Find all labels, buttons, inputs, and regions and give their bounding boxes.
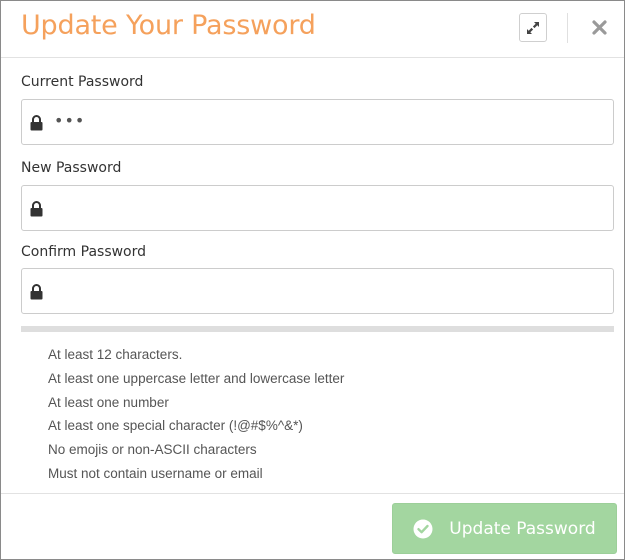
confirm-password-field[interactable] <box>21 268 614 314</box>
expand-arrows-icon <box>527 21 539 34</box>
new-password-label: New Password <box>21 160 122 176</box>
lock-icon <box>30 284 43 300</box>
requirement-item: No emojis or non-ASCII characters <box>48 442 257 458</box>
new-password-input[interactable] <box>52 186 607 230</box>
current-password-input[interactable] <box>52 100 607 144</box>
lock-icon <box>30 201 43 217</box>
update-password-button[interactable]: Update Password <box>392 503 617 554</box>
close-icon <box>591 19 607 35</box>
requirement-item: At least 12 characters. <box>48 347 183 362</box>
update-password-dialog: Update Your Password Current Password ••… <box>0 0 625 560</box>
dialog-header: Update Your Password <box>1 1 624 58</box>
confirm-password-input[interactable] <box>52 269 607 313</box>
current-password-field[interactable]: ••• <box>21 99 614 145</box>
expand-button[interactable] <box>519 13 547 42</box>
requirement-item: At least one uppercase letter and lowerc… <box>48 370 345 386</box>
close-button[interactable] <box>586 13 612 41</box>
confirm-password-label: Confirm Password <box>21 244 147 260</box>
requirement-item: At least one number <box>48 394 169 410</box>
current-password-label: Current Password <box>21 74 144 90</box>
requirement-item: Must not contain username or email <box>48 465 263 481</box>
header-divider <box>567 13 568 43</box>
update-password-label: Update Password <box>449 518 596 539</box>
password-strength-meter <box>21 326 614 332</box>
dialog-title: Update Your Password <box>21 10 316 41</box>
new-password-field[interactable] <box>21 185 614 231</box>
requirement-item: At least one special character (!@#$%^&*… <box>48 418 303 434</box>
lock-icon <box>30 115 43 131</box>
check-circle-icon <box>413 519 433 538</box>
dialog-footer: Update Password <box>1 493 624 559</box>
password-requirements-list: At least 12 characters. At least one upp… <box>48 347 344 490</box>
